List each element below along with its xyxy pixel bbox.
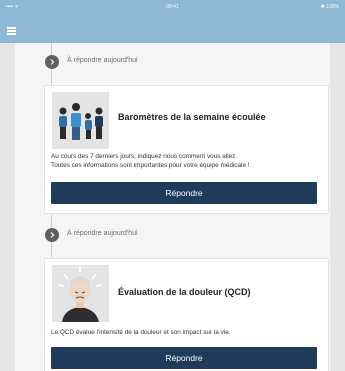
section-header-label: À répondre aujourd'hui <box>67 57 138 64</box>
timeline-line <box>51 43 52 55</box>
timeline-line <box>51 69 52 85</box>
navigation-bar <box>0 19 345 43</box>
section-header-label: À répondre aujourd'hui <box>67 230 138 237</box>
timeline-line <box>51 214 52 228</box>
card-title: Baromètres de la semaine écoulée <box>118 112 266 122</box>
person-in-pain-illustration <box>52 265 109 322</box>
respond-button[interactable]: Répondre <box>51 182 317 204</box>
timeline-line <box>51 242 52 258</box>
questionnaire-card: Évaluation de la douleur (QCD) Le QCD év… <box>44 258 329 371</box>
card-description: Au cours des 7 derniers jours, indiquez … <box>51 153 250 169</box>
hamburger-menu-icon[interactable] <box>7 24 19 36</box>
left-margin <box>0 43 15 371</box>
status-bar: •••• ᯤ 08:41 ✱ 100% <box>0 0 345 19</box>
respond-button[interactable]: Répondre <box>51 347 317 369</box>
card-title: Évaluation de la douleur (QCD) <box>118 287 251 297</box>
family-illustration <box>52 92 109 149</box>
chevron-right-icon <box>45 228 59 242</box>
chevron-right-icon <box>45 55 59 69</box>
battery-status: ✱ 100% <box>320 4 339 10</box>
questionnaire-card: Baromètres de la semaine écoulée Au cour… <box>44 85 329 214</box>
status-time: 08:41 <box>166 4 179 10</box>
right-margin <box>330 43 345 371</box>
card-description: Le QCD évalue l'intensité de la douleur … <box>51 329 231 336</box>
questionnaire-timeline: À répondre aujourd'hui Baromètres de la … <box>15 43 330 371</box>
